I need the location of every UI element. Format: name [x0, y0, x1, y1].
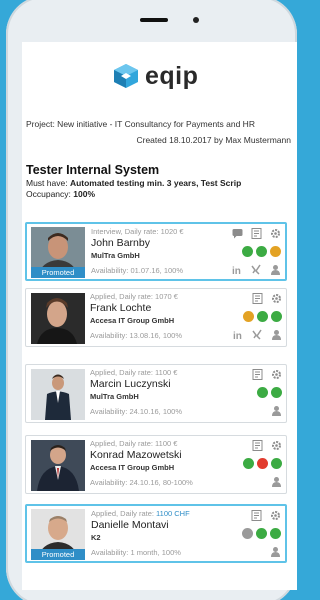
document-icon[interactable]	[252, 440, 263, 451]
eqip-logo-icon	[114, 64, 138, 88]
candidate-company: K2	[91, 533, 101, 542]
must-have-value: Automated testing min. 3 years, Test Scr…	[69, 178, 242, 188]
rating-dots	[243, 311, 282, 322]
candidate-card-frank-lochte[interactable]: Applied, Daily rate: 1070 € Frank Lochte…	[25, 288, 287, 347]
gear-icon[interactable]	[271, 369, 282, 380]
candidate-status: Applied, Daily rate: 1100 €	[90, 368, 178, 377]
status-dot	[257, 311, 268, 322]
status-dot	[270, 528, 281, 539]
gear-icon[interactable]	[271, 293, 282, 304]
document-icon[interactable]	[252, 369, 263, 380]
candidate-availability: Availability: 24.10.16, 100%	[90, 407, 183, 416]
candidate-company: MulTra GmbH	[91, 251, 140, 260]
candidate-photo	[31, 369, 85, 420]
user-icon[interactable]	[271, 329, 282, 340]
system-title: Tester Internal System	[26, 163, 160, 177]
promoted-badge: Promoted	[31, 549, 85, 560]
app-screen: eqip Project: New initiative - IT Consul…	[22, 42, 297, 590]
rating-dots	[243, 458, 282, 469]
occupancy-line: Occupancy: 100%	[26, 189, 95, 199]
candidate-name[interactable]: John Barnby	[91, 237, 225, 249]
candidate-status: Applied, Daily rate: 1070 €	[90, 292, 178, 301]
candidate-company: MulTra GmbH	[90, 392, 139, 401]
status-dot	[257, 458, 268, 469]
must-have-label: Must have:	[26, 178, 68, 188]
rating-dots	[242, 246, 281, 257]
candidate-availability: Availability: 1 month, 100%	[91, 548, 181, 557]
gear-icon[interactable]	[271, 440, 282, 451]
candidate-company: Accesa IT Group GmbH	[90, 316, 175, 325]
candidate-availability: Availability: 13.08.16, 100%	[90, 331, 183, 340]
candidate-card-marcin-luczynski[interactable]: Applied, Daily rate: 1100 € Marcin Luczy…	[25, 364, 287, 423]
status-rate: 1100 CHF	[156, 509, 190, 518]
person-photo-icon	[31, 293, 85, 344]
candidate-status: Applied, Daily rate: 1100 €	[90, 439, 178, 448]
candidate-name[interactable]: Frank Lochte	[90, 302, 224, 314]
must-have-line: Must have: Automated testing min. 3 year…	[26, 178, 241, 188]
occupancy-value: 100%	[73, 189, 96, 199]
user-icon[interactable]	[271, 476, 282, 487]
rating-dots	[257, 387, 282, 398]
candidate-availability: Availability: 24.10.16, 80-100%	[90, 478, 193, 487]
candidate-photo	[31, 440, 85, 491]
status-dot	[271, 458, 282, 469]
candidate-photo	[31, 293, 85, 344]
status-dot	[271, 387, 282, 398]
svg-text:in: in	[232, 266, 241, 275]
document-icon[interactable]	[251, 228, 262, 239]
gear-icon[interactable]	[270, 228, 281, 239]
user-icon[interactable]	[270, 546, 281, 557]
status-dot	[256, 528, 267, 539]
candidate-company: Accesa IT Group GmbH	[90, 463, 175, 472]
candidate-name[interactable]: Marcin Luczynski	[90, 378, 224, 390]
promoted-badge: Promoted	[31, 267, 85, 278]
rating-dots	[242, 528, 281, 539]
person-photo-icon	[31, 369, 85, 420]
user-icon[interactable]	[271, 405, 282, 416]
user-icon[interactable]	[270, 264, 281, 275]
linkedin-icon[interactable]: in	[233, 329, 244, 340]
phone-frame: eqip Project: New initiative - IT Consul…	[6, 0, 297, 600]
candidate-card-john-barnby[interactable]: Promoted Interview, Daily rate: 1020 € J…	[25, 222, 287, 281]
status-dot	[270, 246, 281, 257]
candidate-status: Applied, Daily rate: 1100 CHF	[91, 509, 225, 518]
candidate-name[interactable]: Konrad Mazowetski	[90, 449, 224, 461]
status-dot	[271, 311, 282, 322]
candidate-photo: Promoted	[31, 227, 85, 278]
xing-icon[interactable]	[252, 329, 263, 340]
phone-speaker	[140, 18, 168, 22]
candidate-availability: Availability: 01.07.16, 100%	[91, 266, 184, 275]
document-icon[interactable]	[251, 510, 262, 521]
status-prefix: Applied, Daily rate:	[91, 509, 154, 518]
project-line: Project: New initiative - IT Consultancy…	[26, 119, 255, 129]
gear-icon[interactable]	[270, 510, 281, 521]
occupancy-label: Occupancy:	[26, 189, 71, 199]
xing-icon[interactable]	[251, 264, 262, 275]
candidate-card-danielle-montavi[interactable]: Promoted Applied, Daily rate: 1100 CHF D…	[25, 504, 287, 563]
status-dot	[243, 458, 254, 469]
status-dot	[257, 387, 268, 398]
question-dot	[242, 528, 253, 539]
created-line: Created 18.10.2017 by Max Mustermann	[136, 135, 291, 145]
status-dot	[243, 311, 254, 322]
logo-text: eqip	[145, 61, 199, 90]
app-logo: eqip	[113, 60, 198, 92]
person-photo-icon	[31, 440, 85, 491]
candidate-card-konrad-mazowetski[interactable]: Applied, Daily rate: 1100 € Konrad Mazow…	[25, 435, 287, 494]
document-icon[interactable]	[252, 293, 263, 304]
chat-icon[interactable]	[232, 228, 243, 239]
status-dot	[242, 246, 253, 257]
candidate-status: Interview, Daily rate: 1020 €	[91, 227, 184, 236]
candidate-name[interactable]: Danielle Montavi	[91, 519, 225, 531]
svg-text:in: in	[233, 331, 242, 340]
status-dot	[256, 246, 267, 257]
phone-camera	[193, 17, 199, 23]
candidate-photo: Promoted	[31, 509, 85, 560]
linkedin-icon[interactable]: in	[232, 264, 243, 275]
